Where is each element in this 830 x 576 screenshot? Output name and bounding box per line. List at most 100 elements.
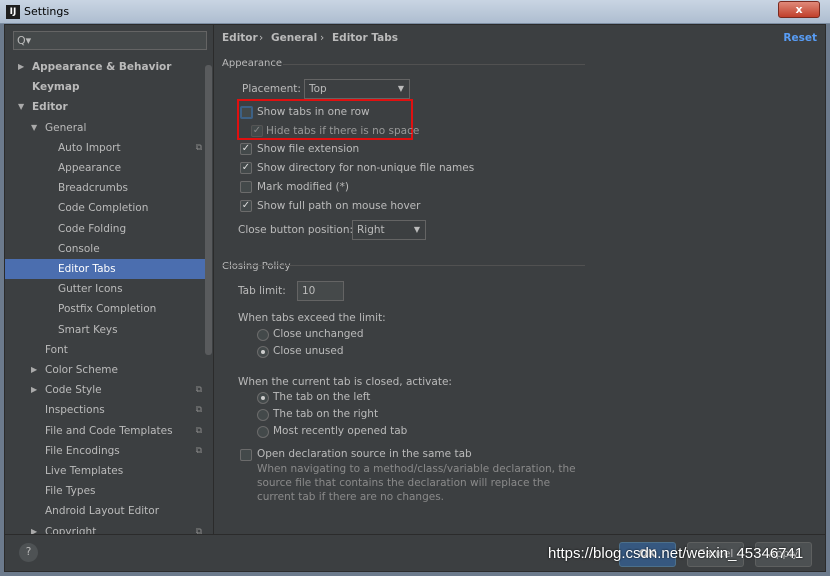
watermark: https://blog.csdn.net/weixin_45346741 <box>548 545 804 562</box>
tree-item-label: Editor <box>32 101 68 114</box>
tree-item-label: Font <box>45 343 68 356</box>
show-file-extension-checkbox[interactable]: ✓ <box>240 143 252 155</box>
chevron-down-icon: ▼ <box>413 225 420 234</box>
tree-item-label: Appearance & Behavior <box>32 61 172 73</box>
project-settings-icon: ⧉ <box>195 405 202 416</box>
tree-item-label: Inspections <box>45 404 105 417</box>
tree-item[interactable]: Android Layout Editor <box>5 501 212 521</box>
breadcrumb-separator: › <box>259 32 264 44</box>
tab-right-radio[interactable] <box>257 409 269 421</box>
tree-item-label: File Types <box>45 485 96 498</box>
tree-item-label: Code Completion <box>58 202 149 215</box>
tree-item-label: Code Style <box>45 384 102 397</box>
chevron-right-icon[interactable]: ▶ <box>31 380 37 400</box>
chevron-right-icon[interactable]: ▶ <box>18 57 24 77</box>
most-recent-radio[interactable] <box>257 426 269 438</box>
open-declaration-checkbox[interactable] <box>240 449 252 461</box>
chevron-down-icon[interactable]: ▼ <box>31 118 37 138</box>
tree-item-label: Auto Import <box>58 141 121 154</box>
close-button[interactable]: x <box>778 1 820 18</box>
tree-item[interactable]: Console <box>5 239 212 259</box>
tree-item-label: Keymap <box>32 81 80 94</box>
tree-item[interactable]: Appearance <box>5 158 212 178</box>
close-unchanged-label: Close unchanged <box>273 328 364 340</box>
show-directory-checkbox[interactable]: ✓ <box>240 162 252 174</box>
chevron-down-icon[interactable]: ▼ <box>18 97 24 117</box>
tree-item-label: File and Code Templates <box>45 424 173 437</box>
placement-value: Top <box>309 83 327 95</box>
tree-item[interactable]: ▶ Color Scheme <box>5 360 212 380</box>
breadcrumb-general[interactable]: General <box>271 32 317 44</box>
window-title: Settings <box>24 5 70 18</box>
tab-limit-label: Tab limit: <box>238 285 286 297</box>
tree-item[interactable]: ▼ Editor <box>5 97 212 117</box>
sidebar-scrollbar[interactable] <box>205 65 212 355</box>
tree-item[interactable]: ▶ Appearance & Behavior <box>5 57 212 77</box>
tab-left-radio[interactable] <box>257 392 269 404</box>
tree-item-label: Breadcrumbs <box>58 182 128 195</box>
tree-item[interactable]: Inspections ⧉ <box>5 400 212 420</box>
tree-item[interactable]: ▶ Copyright ⧉ <box>5 522 212 534</box>
settings-dialog: Q▾ ▶ Appearance & Behavior Keymap ▼ Editor ▼ G… <box>4 24 826 572</box>
tree-item-label: Appearance <box>58 162 122 174</box>
tree-item[interactable]: Postfix Completion <box>5 299 212 319</box>
tree-item[interactable]: Editor Tabs <box>5 259 212 279</box>
tab-left-label: The tab on the left <box>273 391 371 403</box>
tree-item[interactable]: Auto Import ⧉ <box>5 138 212 158</box>
group-divider <box>222 265 585 266</box>
chevron-right-icon[interactable]: ▶ <box>31 522 37 534</box>
tree-item[interactable]: File Encodings ⧉ <box>5 441 212 461</box>
tree-item[interactable]: File Types <box>5 481 212 501</box>
help-button[interactable]: ? <box>19 543 38 562</box>
most-recent-label: Most recently opened tab <box>273 425 408 437</box>
tree-item-label: Copyright <box>45 525 97 534</box>
open-declaration-note: When navigating to a method/class/variab… <box>257 463 576 503</box>
hide-tabs-no-space-checkbox[interactable]: ✓ <box>251 125 263 137</box>
tab-limit-input[interactable]: 10 <box>297 281 344 301</box>
close-button-position-label: Close button position: <box>238 224 354 236</box>
search-input[interactable]: Q▾ <box>13 31 207 50</box>
show-tabs-one-row-checkbox[interactable] <box>240 106 253 119</box>
tree-item[interactable]: Gutter Icons <box>5 279 212 299</box>
tree-item[interactable]: Code Folding <box>5 219 212 239</box>
tree-item[interactable]: File and Code Templates ⧉ <box>5 421 212 441</box>
tree-item[interactable]: Breadcrumbs <box>5 178 212 198</box>
placement-dropdown[interactable]: Top ▼ <box>304 79 410 99</box>
tree-item-label: Color Scheme <box>45 364 118 376</box>
show-full-path-label: Show full path on mouse hover <box>257 200 421 212</box>
intellij-app-icon: IJ <box>6 5 20 19</box>
show-file-extension-label: Show file extension <box>257 143 360 155</box>
tree-item[interactable]: Smart Keys <box>5 320 212 340</box>
tree-item-label: Gutter Icons <box>58 283 123 296</box>
title-bar: IJ Settings x <box>0 0 830 24</box>
reset-link[interactable]: Reset <box>783 32 817 44</box>
breadcrumb-separator: › <box>320 32 325 44</box>
tree-item-label: General <box>45 121 87 134</box>
chevron-right-icon[interactable]: ▶ <box>31 360 37 380</box>
group-divider <box>283 64 585 65</box>
tree-item[interactable]: ▶ Code Style ⧉ <box>5 380 212 400</box>
close-unchanged-radio[interactable] <box>257 329 269 341</box>
project-settings-icon: ⧉ <box>195 445 202 456</box>
tree-item[interactable]: Font <box>5 340 212 360</box>
close-button-position-dropdown[interactable]: Right ▼ <box>352 220 426 240</box>
appearance-group-title: Appearance <box>222 58 283 69</box>
hide-tabs-no-space-label: Hide tabs if there is no space <box>266 125 420 137</box>
tree-item[interactable]: ▼ General <box>5 118 212 138</box>
tree-item-label: Editor Tabs <box>58 263 116 275</box>
tree-item[interactable]: Keymap <box>5 77 212 97</box>
tree-item-label: File Encodings <box>45 444 120 457</box>
tree-item-label: Code Folding <box>58 222 127 235</box>
close-unused-radio[interactable] <box>257 346 269 358</box>
mark-modified-checkbox[interactable] <box>240 181 252 193</box>
breadcrumb-editor[interactable]: Editor <box>222 32 258 44</box>
closing-policy-group-title: Closing Policy <box>222 261 291 272</box>
tree-item[interactable]: Live Templates <box>5 461 212 481</box>
tree-item[interactable]: Code Completion <box>5 198 212 218</box>
show-full-path-checkbox[interactable]: ✓ <box>240 200 252 212</box>
project-settings-icon: ⧉ <box>195 526 202 534</box>
chevron-down-icon: ▼ <box>397 84 404 93</box>
editor-tabs-panel: Editor › General › Editor Tabs Reset App… <box>215 25 825 534</box>
show-tabs-one-row-label: Show tabs in one row <box>257 106 370 118</box>
exceed-limit-label: When tabs exceed the limit: <box>238 312 386 324</box>
